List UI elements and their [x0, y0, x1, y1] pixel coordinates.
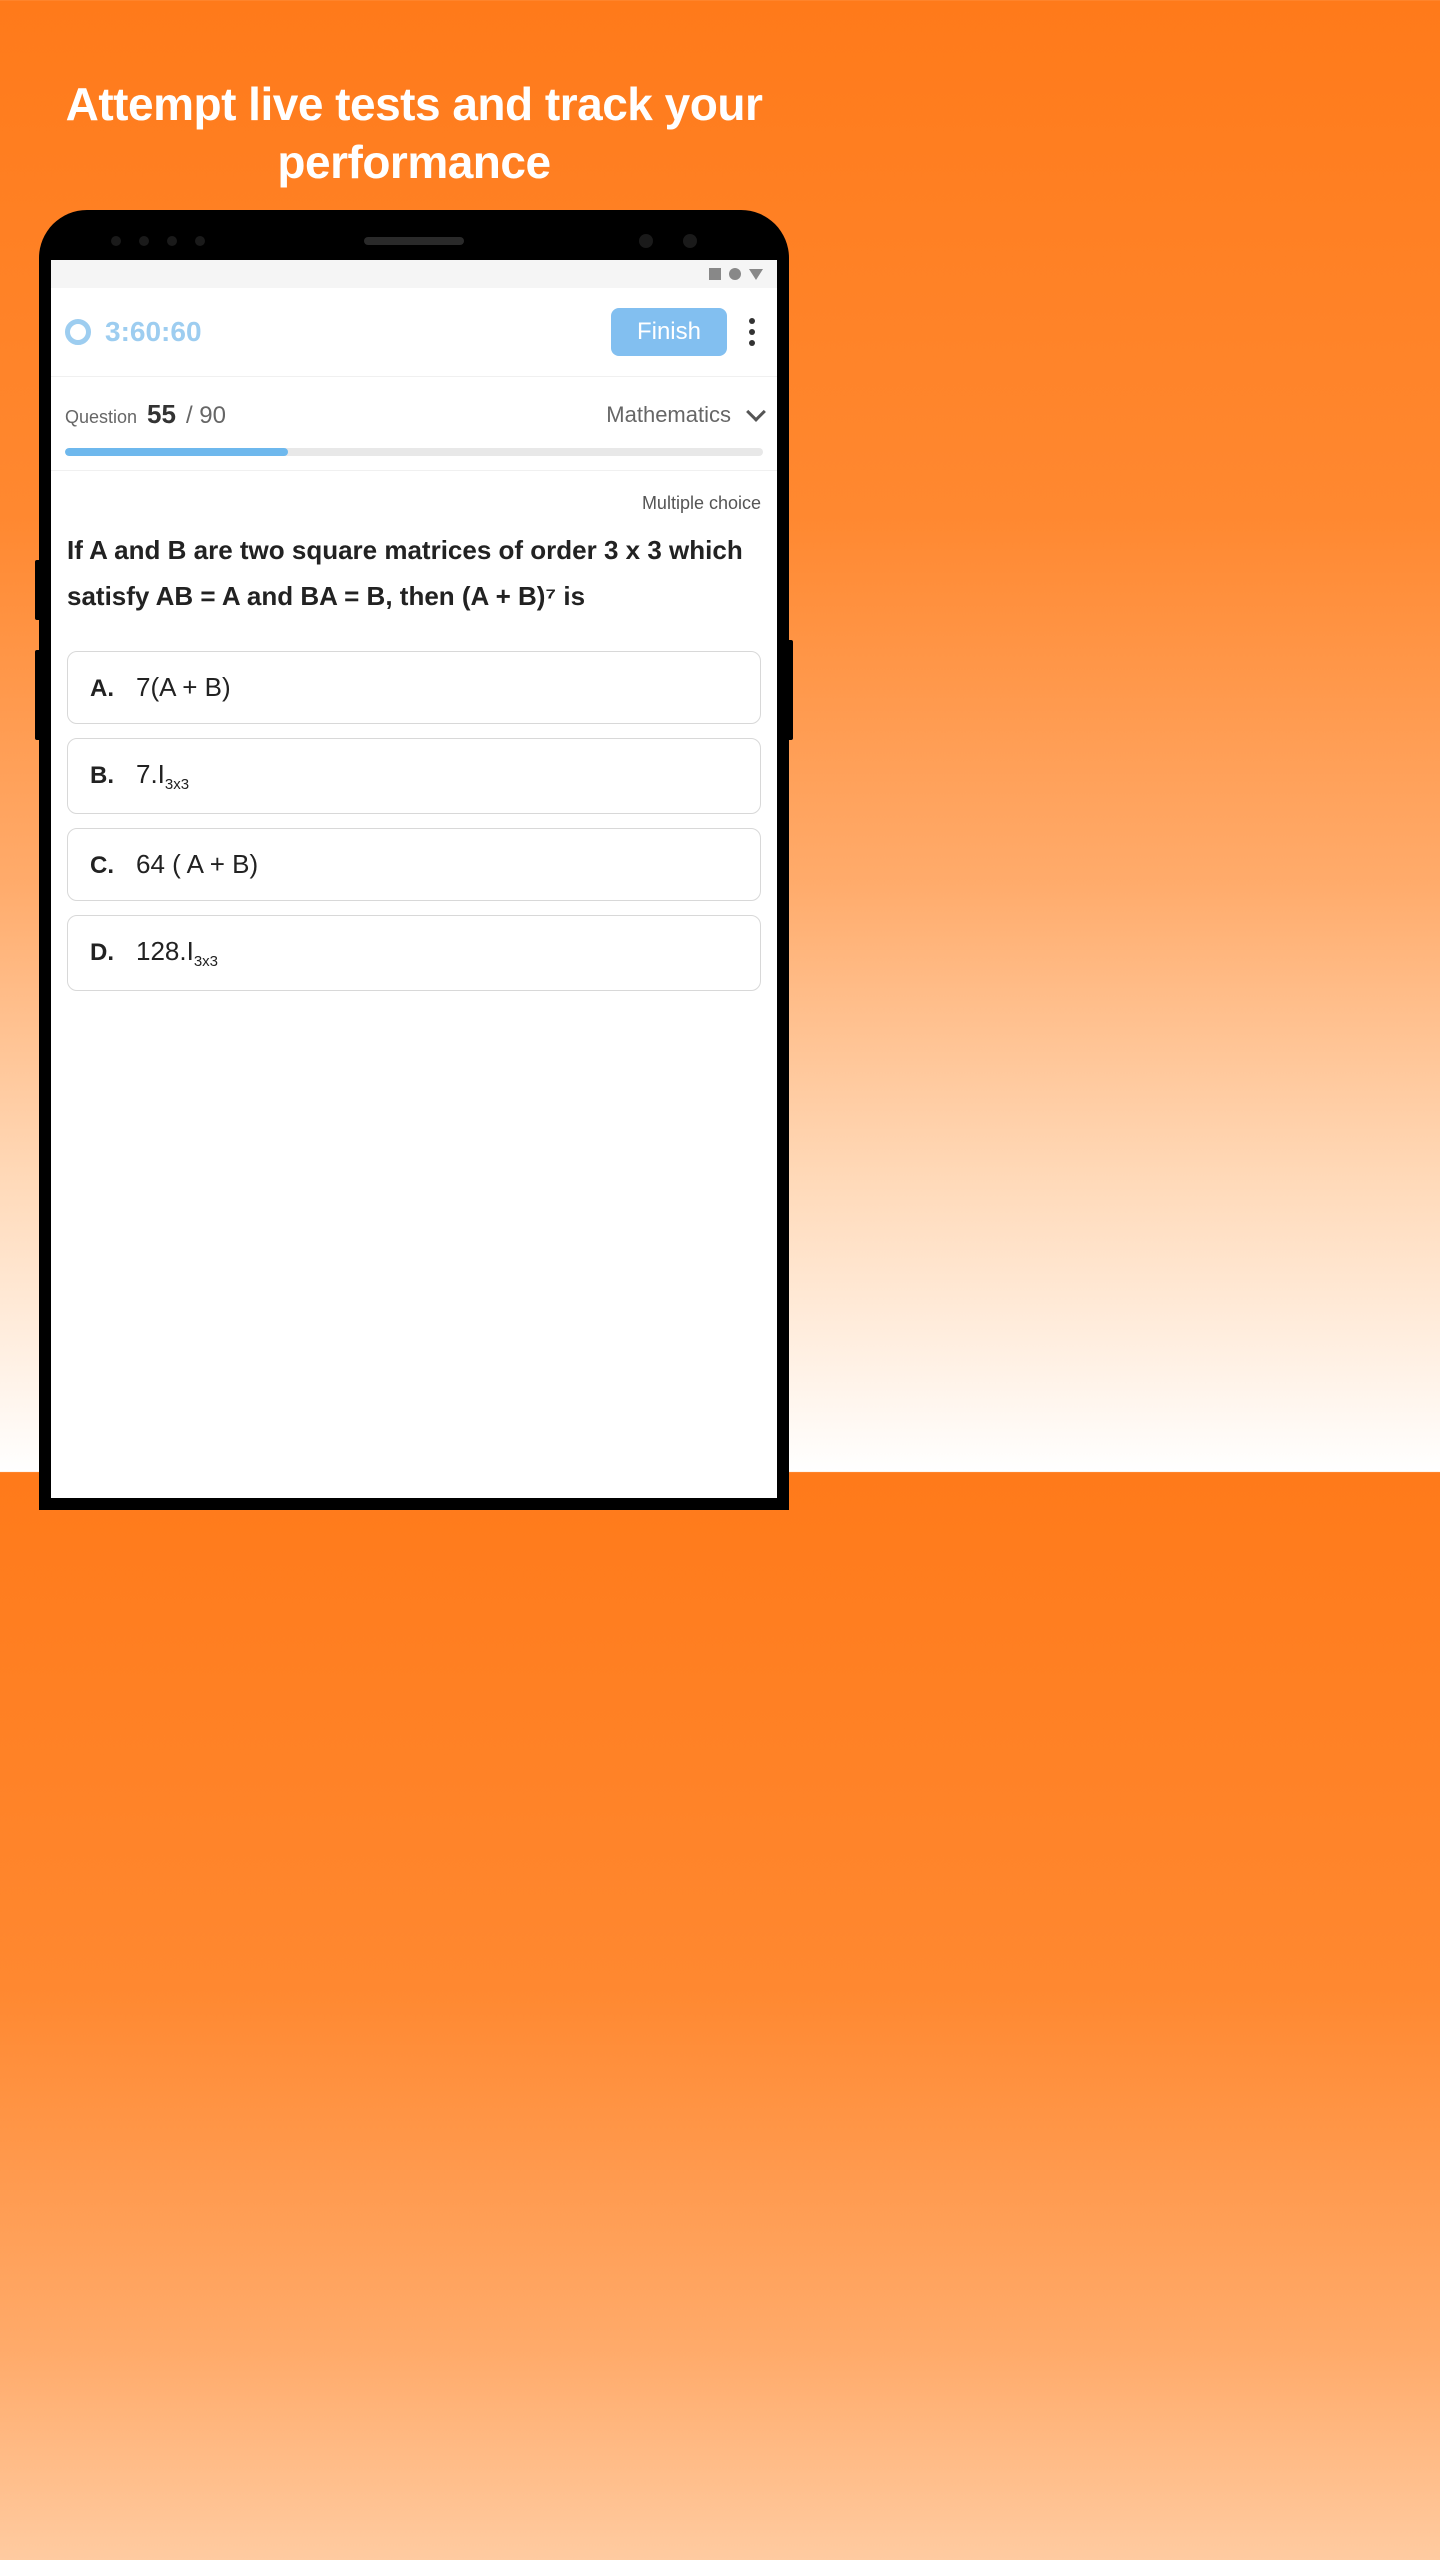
answer-option-c[interactable]: C. 64 ( A + B): [67, 828, 761, 901]
timer-value: 3:60:60: [105, 316, 597, 348]
more-menu-icon[interactable]: [741, 318, 763, 346]
chevron-down-icon: [746, 402, 766, 422]
status-icon: [709, 268, 721, 280]
answer-list: A. 7(A + B) B. 7.I3x3 C. 64 ( A + B) D. …: [67, 651, 761, 991]
question-type: Multiple choice: [67, 493, 761, 514]
question-current: 55: [147, 399, 176, 430]
question-progress-header: Question 55 / 90 Mathematics: [51, 377, 777, 471]
phone-side-button: [35, 560, 39, 620]
answer-option-b[interactable]: B. 7.I3x3: [67, 738, 761, 814]
status-bar: [51, 260, 777, 288]
answer-letter: D.: [90, 939, 114, 967]
progress-bar: [65, 448, 763, 456]
phone-cameras: [639, 234, 697, 248]
answer-letter: C.: [90, 852, 114, 880]
answer-letter: A.: [90, 675, 114, 703]
test-header: 3:60:60 Finish: [51, 288, 777, 377]
phone-sensors: [111, 236, 205, 246]
progress-fill: [65, 448, 288, 456]
answer-text: 7.I3x3: [136, 759, 189, 793]
phone-speaker: [364, 237, 464, 245]
status-icon: [749, 269, 763, 280]
answer-option-a[interactable]: A. 7(A + B): [67, 651, 761, 724]
phone-mockup: 3:60:60 Finish Question 55 / 90 Math: [39, 210, 789, 1510]
answer-letter: B.: [90, 762, 114, 790]
phone-side-button: [789, 640, 793, 740]
phone-screen: 3:60:60 Finish Question 55 / 90 Math: [51, 260, 777, 1498]
answer-text: 128.I3x3: [136, 936, 218, 970]
subject-label: Mathematics: [606, 402, 731, 428]
phone-inner: 3:60:60 Finish Question 55 / 90 Math: [51, 222, 777, 1498]
status-icon: [729, 268, 741, 280]
question-text: If A and B are two square matrices of or…: [67, 528, 761, 619]
finish-button[interactable]: Finish: [611, 308, 727, 356]
timer-icon: [65, 319, 91, 345]
answer-text: 7(A + B): [136, 672, 231, 703]
answer-text: 64 ( A + B): [136, 849, 258, 880]
promo-headline: Attempt live tests and track your perfor…: [0, 0, 828, 191]
question-counter: Question 55 / 90: [65, 399, 226, 430]
phone-side-button: [35, 650, 39, 740]
question-total: / 90: [186, 402, 226, 430]
answer-option-d[interactable]: D. 128.I3x3: [67, 915, 761, 991]
question-label: Question: [65, 407, 137, 428]
phone-top-bezel: [51, 222, 777, 260]
subject-dropdown[interactable]: Mathematics: [606, 402, 763, 428]
question-body: Multiple choice If A and B are two squar…: [51, 471, 777, 1013]
